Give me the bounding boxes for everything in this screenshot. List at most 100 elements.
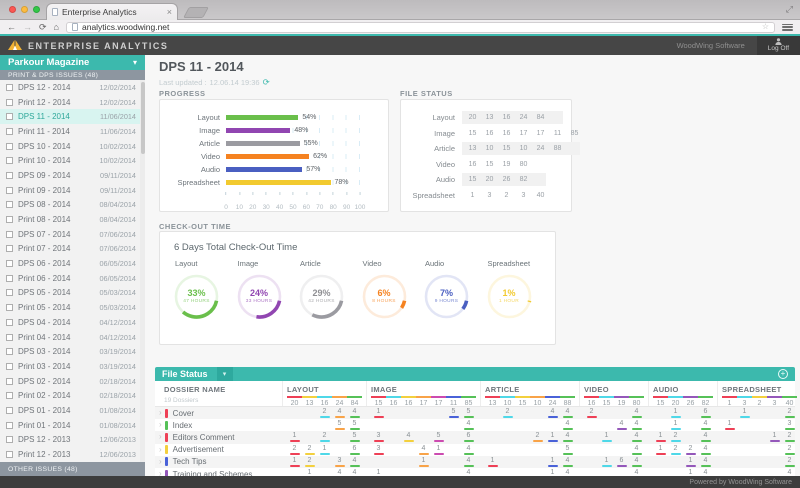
back-icon[interactable]: ←	[7, 23, 16, 32]
issue-date: 08/04/2014	[99, 200, 136, 209]
sidebar-issue-item[interactable]: Print 01 - 201401/08/2014	[0, 418, 145, 433]
issue-checkbox[interactable]	[6, 334, 13, 341]
sidebar-issue-item[interactable]: Print 05 - 201405/03/2014	[0, 300, 145, 315]
sidebar-issue-item[interactable]: DPS 03 - 201403/19/2014	[0, 344, 145, 359]
status-slot: 1	[653, 432, 668, 442]
sidebar-issue-item[interactable]: DPS 07 - 201407/06/2014	[0, 227, 145, 242]
slot-color-bar	[632, 453, 642, 455]
table-row[interactable]: ›Training and Schemes14414144144	[155, 468, 795, 476]
sidebar-issue-item[interactable]: Print 11 - 201411/06/2014	[0, 124, 145, 139]
issue-checkbox[interactable]	[6, 157, 13, 164]
slot-value: 6	[353, 445, 357, 452]
sidebar-issue-item[interactable]: DPS 12 - 201312/06/2013	[0, 433, 145, 448]
issue-checkbox[interactable]	[6, 113, 13, 120]
sidebar-issue-item[interactable]: Print 04 - 201404/12/2014	[0, 330, 145, 345]
expand-row-icon[interactable]: ›	[159, 446, 162, 454]
issue-checkbox[interactable]	[6, 84, 13, 91]
tab-close-icon[interactable]: ×	[167, 8, 172, 17]
home-icon[interactable]: ⌂	[54, 23, 59, 32]
issue-checkbox[interactable]	[6, 216, 13, 223]
file-status-label: Image	[401, 129, 455, 138]
table-row[interactable]: ›Index5544441413	[155, 419, 795, 431]
expand-row-icon[interactable]: ›	[159, 433, 162, 441]
issue-checkbox[interactable]	[6, 436, 13, 443]
sidebar-issue-item[interactable]: DPS 09 - 201409/11/2014	[0, 168, 145, 183]
table-dropdown[interactable]: ▾	[217, 367, 233, 381]
issue-checkbox[interactable]	[6, 451, 13, 458]
slot-value: 2	[308, 445, 312, 452]
print-issues-section-header[interactable]: PRINT & DPS ISSUES (48)	[0, 70, 145, 80]
log-off-button[interactable]: Log Off	[757, 36, 800, 55]
sidebar-issue-item[interactable]: DPS 06 - 201406/05/2014	[0, 256, 145, 271]
address-bar[interactable]: analytics.woodwing.net ☆	[66, 22, 775, 33]
issue-checkbox[interactable]	[6, 128, 13, 135]
sidebar-issue-item[interactable]: Print 08 - 201408/04/2014	[0, 212, 145, 227]
window-minimize-button[interactable]	[21, 6, 28, 13]
new-tab-button[interactable]	[183, 7, 209, 18]
sidebar-issue-item[interactable]: Print 02 - 201402/18/2014	[0, 388, 145, 403]
table-row[interactable]: ›Cover244155244241612	[155, 407, 795, 419]
sidebar-issue-item[interactable]: Print 09 - 201409/11/2014	[0, 183, 145, 198]
dossier-name-cell: ›Advertisement	[155, 444, 282, 456]
table-row[interactable]: ›Tech Tips123414114164142	[155, 456, 795, 468]
issue-checkbox[interactable]	[6, 143, 13, 150]
url-text: analytics.woodwing.net	[82, 23, 169, 32]
window-close-button[interactable]	[9, 6, 16, 13]
issue-checkbox[interactable]	[6, 172, 13, 179]
forward-icon[interactable]: →	[23, 23, 32, 32]
issue-checkbox[interactable]	[6, 304, 13, 311]
slot-color-bar	[290, 453, 300, 455]
issue-checkbox[interactable]	[6, 187, 13, 194]
sidebar-issue-item[interactable]: DPS 10 - 201410/02/2014	[0, 139, 145, 154]
status-count: 24	[515, 114, 532, 121]
issue-checkbox[interactable]	[6, 99, 13, 106]
window-zoom-button[interactable]	[33, 6, 40, 13]
slot-value: 5	[353, 420, 357, 427]
issue-checkbox[interactable]	[6, 422, 13, 429]
issue-checkbox[interactable]	[6, 201, 13, 208]
issue-checkbox[interactable]	[6, 289, 13, 296]
table-row[interactable]: ›Editors Comment12534562141412412	[155, 431, 795, 443]
sidebar-issue-item[interactable]: Print 06 - 201406/05/2014	[0, 271, 145, 286]
expand-row-icon[interactable]: ›	[159, 421, 162, 429]
table-add-button[interactable]: +	[778, 369, 788, 379]
publication-dropdown[interactable]: Parkour Magazine ▾	[0, 55, 145, 70]
sidebar-issue-item[interactable]: DPS 08 - 201408/04/2014	[0, 198, 145, 213]
bookmark-star-icon[interactable]: ☆	[762, 23, 769, 31]
expand-row-icon[interactable]: ›	[159, 409, 162, 417]
issue-checkbox[interactable]	[6, 348, 13, 355]
table-row[interactable]: ›Advertisement221634145412242	[155, 444, 795, 456]
slot-value: 4	[338, 469, 342, 476]
sidebar-issue-item[interactable]: Print 12 - 201412/02/2014	[0, 95, 145, 110]
browser-menu-icon[interactable]	[782, 23, 793, 32]
sidebar-issue-item[interactable]: Print 07 - 201407/06/2014	[0, 242, 145, 257]
status-slot: 4	[629, 469, 644, 476]
issue-checkbox[interactable]	[6, 275, 13, 282]
issue-checkbox[interactable]	[6, 407, 13, 414]
issue-checkbox[interactable]	[6, 392, 13, 399]
issue-checkbox[interactable]	[6, 231, 13, 238]
other-issues-section-header[interactable]: OTHER ISSUES (48)	[0, 462, 145, 476]
expand-row-icon[interactable]: ›	[159, 458, 162, 466]
issue-checkbox[interactable]	[6, 245, 13, 252]
issue-checkbox[interactable]	[6, 319, 13, 326]
sidebar-issue-item[interactable]: DPS 02 - 201402/18/2014	[0, 374, 145, 389]
sidebar-issue-item[interactable]: DPS 05 - 201405/03/2014	[0, 286, 145, 301]
sidebar-issue-item[interactable]: Print 10 - 201410/02/2014	[0, 153, 145, 168]
window-resize-icon[interactable]: ⤢	[786, 4, 793, 15]
issue-date: 10/02/2014	[99, 156, 136, 165]
sidebar-issue-item[interactable]: Print 12 - 201312/06/2013	[0, 447, 145, 462]
scrollbar-thumb[interactable]	[141, 82, 145, 154]
issue-checkbox[interactable]	[6, 363, 13, 370]
issue-checkbox[interactable]	[6, 378, 13, 385]
sidebar-issue-item[interactable]: DPS 01 - 201401/08/2014	[0, 403, 145, 418]
sidebar-issue-item[interactable]: Print 03 - 201403/19/2014	[0, 359, 145, 374]
issue-checkbox[interactable]	[6, 260, 13, 267]
refresh-icon[interactable]: ⟳	[263, 77, 270, 88]
sidebar-issue-item[interactable]: DPS 12 - 201412/02/2014	[0, 80, 145, 95]
sidebar-issue-item[interactable]: DPS 11 - 201411/06/2014	[0, 109, 145, 124]
browser-tab[interactable]: Enterprise Analytics ×	[46, 3, 178, 20]
sidebar-issue-item[interactable]: DPS 04 - 201404/12/2014	[0, 315, 145, 330]
reload-icon[interactable]: ⟳	[39, 23, 47, 32]
axis-tick: 50	[289, 192, 296, 214]
